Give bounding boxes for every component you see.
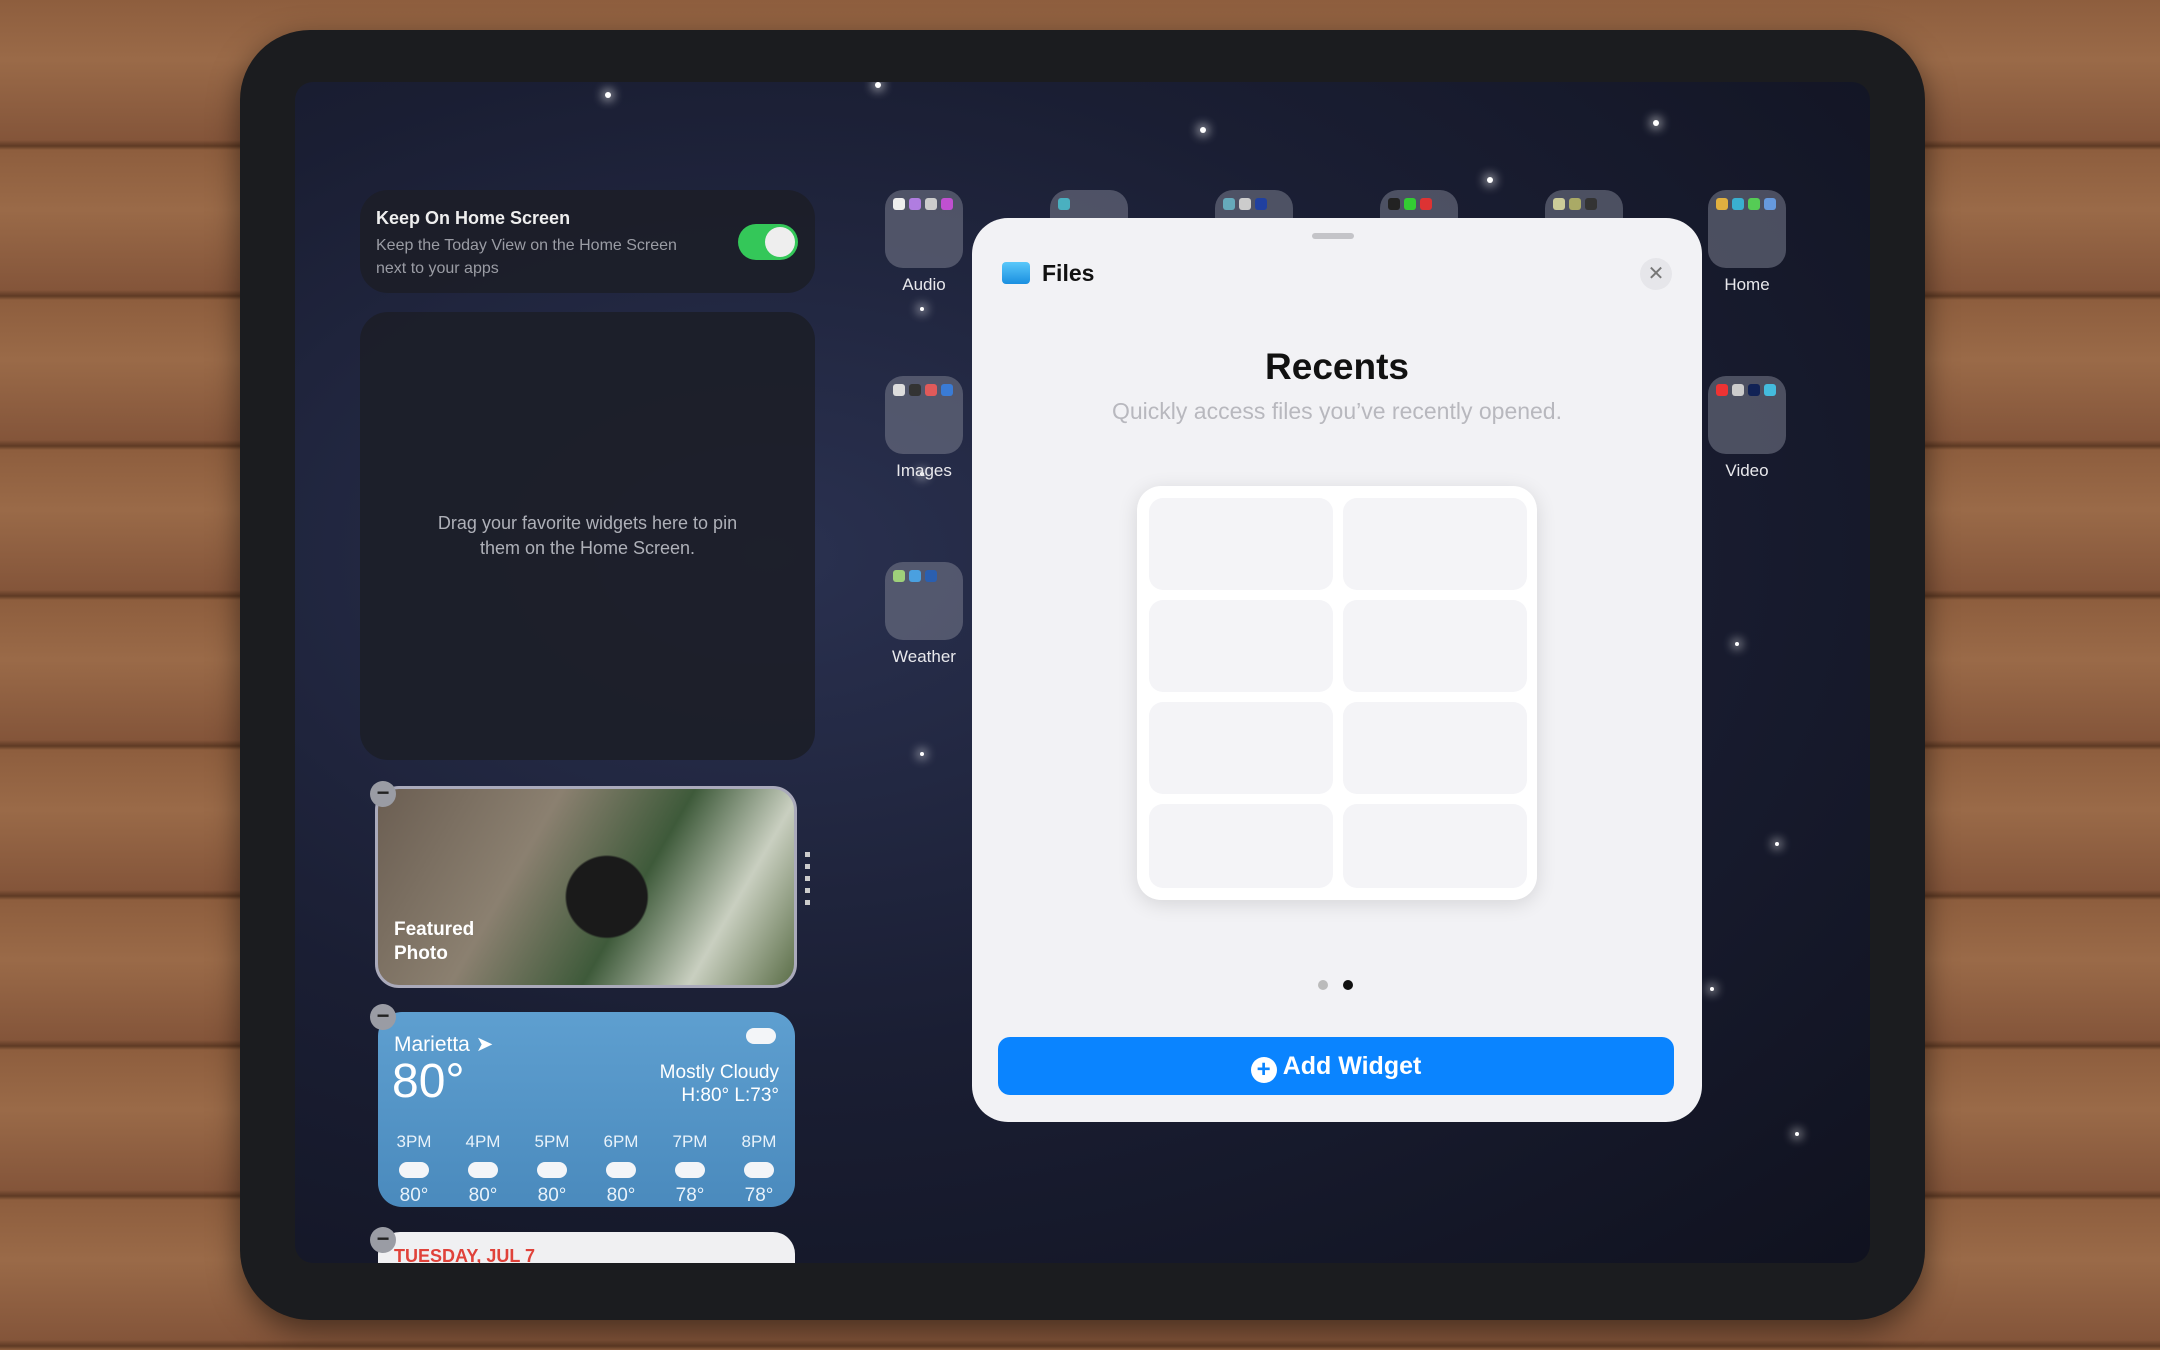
city-name: Marietta xyxy=(394,1033,470,1056)
cloud-icon xyxy=(537,1162,567,1178)
sheet-grabber[interactable] xyxy=(1312,233,1354,239)
widget-title: Recents xyxy=(1265,346,1409,387)
featured-photo-widget[interactable]: Featured Photo xyxy=(375,786,797,988)
keep-subtitle-2: next to your apps xyxy=(376,260,499,277)
close-button[interactable]: ✕ xyxy=(1640,258,1672,290)
hour-temp: 78° xyxy=(675,1185,705,1206)
partly-sunny-icon xyxy=(744,1162,774,1178)
hour-time: 8PM xyxy=(741,1132,777,1151)
drop-hint-1: Drag your favorite widgets here to pin xyxy=(437,513,738,533)
cloud-icon xyxy=(468,1162,498,1178)
stack-page-indicator xyxy=(805,852,810,912)
hour-time: 6PM xyxy=(603,1132,639,1151)
hour-temp: 80° xyxy=(537,1185,567,1206)
widget-gallery-sheet: Files ✕ Recents Quickly access files you… xyxy=(972,218,1702,1122)
add-widget-button[interactable]: + Add Widget xyxy=(998,1037,1674,1095)
cloud-icon xyxy=(606,1162,636,1178)
plus-circle-icon: + xyxy=(1250,1057,1277,1083)
page-dot-2[interactable] xyxy=(1343,980,1353,990)
folder-label-home: Home xyxy=(1724,275,1770,294)
hour-time: 4PM xyxy=(465,1132,501,1151)
widget-drop-area[interactable]: Drag your favorite widgets here to pin t… xyxy=(360,312,815,760)
weather-widget[interactable]: Marietta ➤ 80° Mostly Cloudy H:80° L:73°… xyxy=(378,1012,795,1207)
remove-photo-widget-button[interactable]: − xyxy=(370,781,396,807)
photo-label-1: Featured xyxy=(394,919,475,940)
folder-audio[interactable] xyxy=(885,190,963,268)
weather-hilo: H:80° L:73° xyxy=(681,1085,779,1106)
hour-temp: 80° xyxy=(399,1185,429,1206)
photo-label-2: Photo xyxy=(394,943,448,964)
cloud-icon xyxy=(746,1028,776,1044)
app-name: Files xyxy=(1042,260,1095,286)
folder-label-audio: Audio xyxy=(902,275,946,294)
remove-calendar-widget-button[interactable]: − xyxy=(370,1227,396,1253)
folder-label-images: Images xyxy=(896,461,952,480)
files-app-icon xyxy=(1002,262,1030,284)
keep-subtitle-1: Keep the Today View on the Home Screen xyxy=(376,237,677,254)
keep-on-home-screen-card: Keep On Home Screen Keep the Today View … xyxy=(360,190,815,293)
weather-temp: 80° xyxy=(392,1055,465,1108)
folder-label-video: Video xyxy=(1725,461,1769,480)
keep-toggle[interactable] xyxy=(738,224,798,260)
hour-temp: 78° xyxy=(744,1185,774,1206)
close-icon: ✕ xyxy=(1647,263,1665,285)
keep-title: Keep On Home Screen xyxy=(376,208,571,228)
calendar-widget[interactable]: TUESDAY, JUL 7 xyxy=(378,1232,795,1263)
hour-temp: 80° xyxy=(606,1185,636,1206)
weather-condition: Mostly Cloudy xyxy=(659,1062,779,1083)
remove-weather-widget-button[interactable]: − xyxy=(370,1004,396,1030)
hour-time: 7PM xyxy=(672,1132,708,1151)
widget-preview[interactable] xyxy=(1137,486,1537,900)
location-arrow-icon: ➤ xyxy=(475,1033,494,1056)
folder-images[interactable] xyxy=(885,376,963,454)
calendar-date: TUESDAY, JUL 7 xyxy=(394,1246,536,1263)
folder-weather[interactable] xyxy=(885,562,963,640)
folder-video[interactable] xyxy=(1708,376,1786,454)
page-dot-1[interactable] xyxy=(1318,980,1328,990)
hour-time: 3PM xyxy=(396,1132,432,1151)
widget-subtitle: Quickly access files you’ve recently ope… xyxy=(1112,398,1562,424)
hour-time: 5PM xyxy=(534,1132,570,1151)
add-widget-label: Add Widget xyxy=(1282,1052,1422,1080)
cloud-icon xyxy=(399,1162,429,1178)
hour-temp: 80° xyxy=(468,1185,498,1206)
folder-label-weather: Weather xyxy=(892,647,956,666)
cloud-icon xyxy=(675,1162,705,1178)
drop-hint-2: them on the Home Screen. xyxy=(479,538,696,558)
folder-home[interactable] xyxy=(1708,190,1786,268)
